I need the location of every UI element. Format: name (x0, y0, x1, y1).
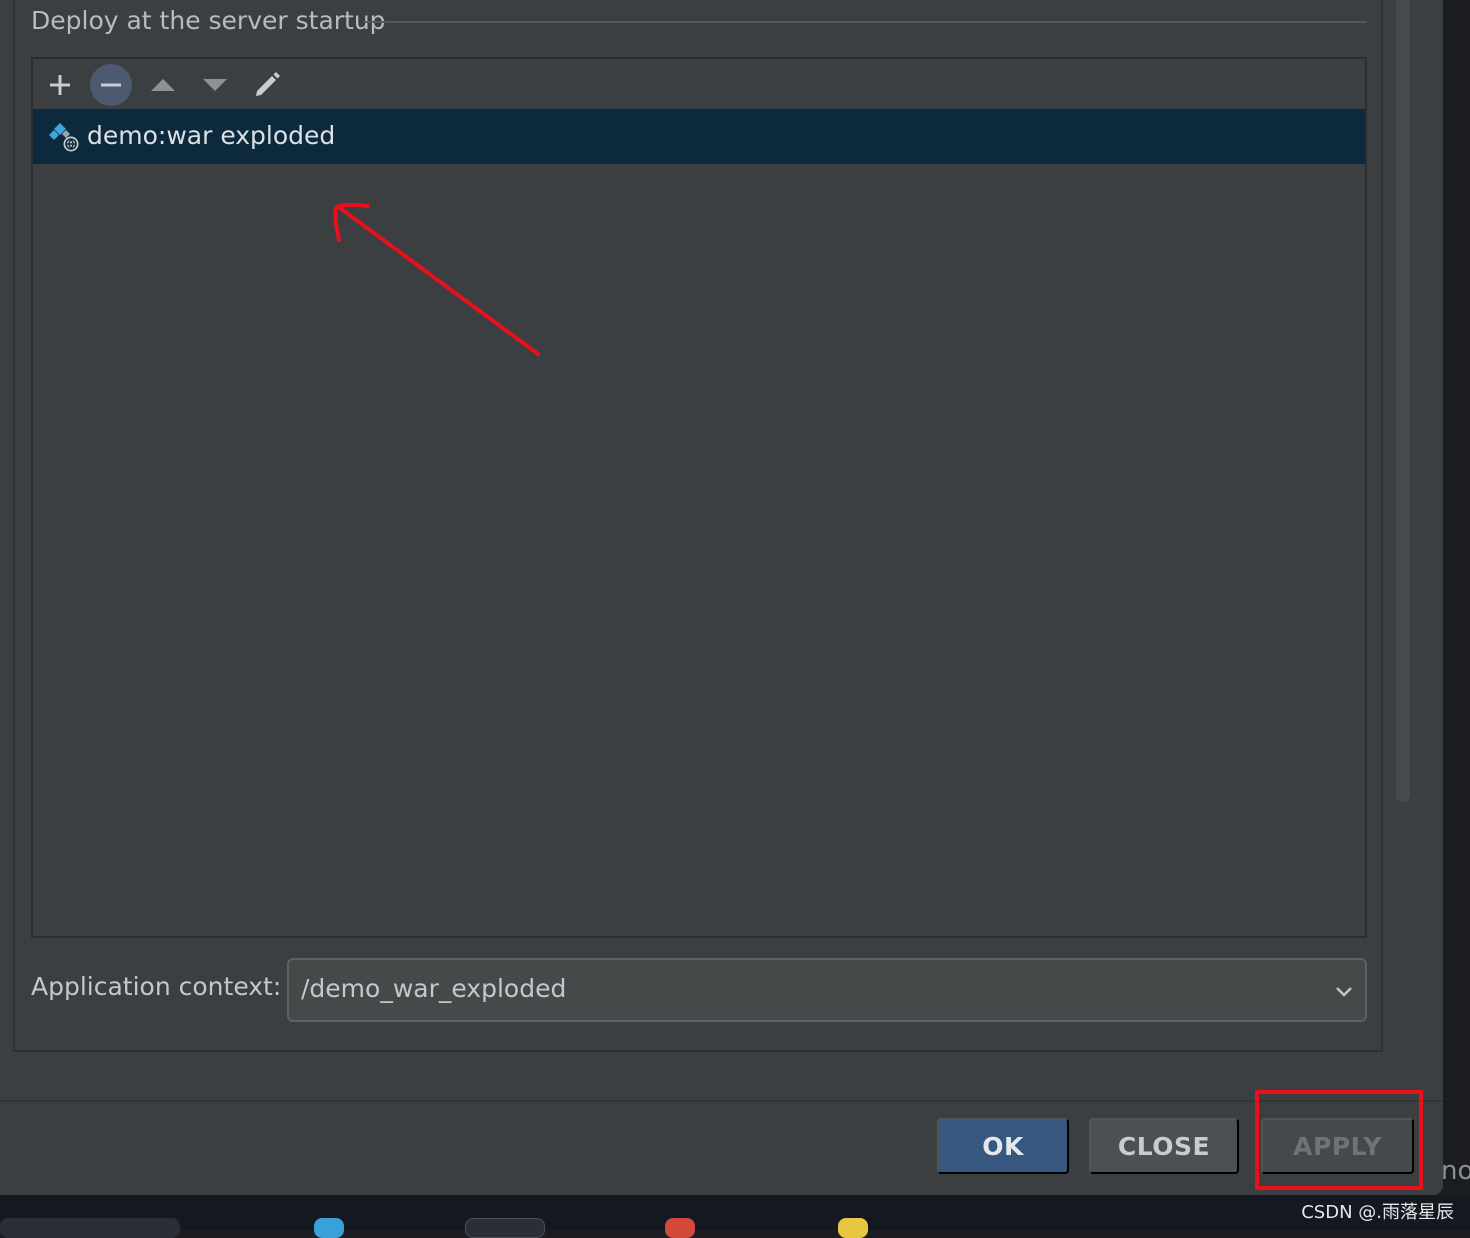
background-window-text: no (1441, 1156, 1470, 1186)
ok-button[interactable]: OK (937, 1118, 1069, 1174)
triangle-down-icon (203, 79, 227, 91)
move-down-button[interactable] (194, 64, 236, 106)
web-artifact-icon (49, 123, 79, 152)
group-title: Deploy at the server startup (31, 6, 386, 35)
triangle-up-icon (151, 79, 175, 91)
pencil-icon (256, 72, 280, 96)
close-button[interactable]: CLOSE (1089, 1118, 1239, 1174)
move-up-button[interactable] (142, 64, 184, 106)
watermark: CSDN @.雨落星辰 (1301, 1202, 1454, 1223)
list-item-label: demo:war exploded (87, 121, 336, 150)
taskbar-item[interactable] (838, 1218, 868, 1238)
taskbar-item[interactable] (665, 1218, 695, 1238)
plus-icon (50, 75, 70, 95)
list-item[interactable]: demo:war exploded (33, 109, 1365, 164)
remove-button[interactable] (90, 64, 132, 106)
vertical-scrollbar[interactable] (1396, 0, 1410, 802)
application-context-combobox[interactable]: /demo_war_exploded (287, 958, 1367, 1022)
chevron-down-icon[interactable] (1333, 980, 1355, 1002)
taskbar-item[interactable] (0, 1218, 180, 1238)
add-button[interactable] (39, 64, 81, 106)
taskbar-item[interactable] (314, 1218, 344, 1238)
group-divider (364, 21, 1367, 23)
application-context-label: Application context: (31, 972, 282, 1001)
minus-icon (101, 83, 121, 87)
footer-divider (0, 1100, 1443, 1102)
artifact-list[interactable]: demo:war exploded (31, 57, 1367, 938)
taskbar-item[interactable] (465, 1218, 545, 1238)
list-toolbar (33, 59, 1365, 109)
annotation-arrow (333, 202, 540, 356)
run-configuration-dialog: Deploy at the server startup demo:war ex… (0, 0, 1443, 1195)
application-context-value: /demo_war_exploded (301, 974, 567, 1003)
edit-button[interactable] (246, 64, 288, 106)
taskbar (0, 1195, 1470, 1230)
annotation-highlight-box (1255, 1090, 1423, 1190)
